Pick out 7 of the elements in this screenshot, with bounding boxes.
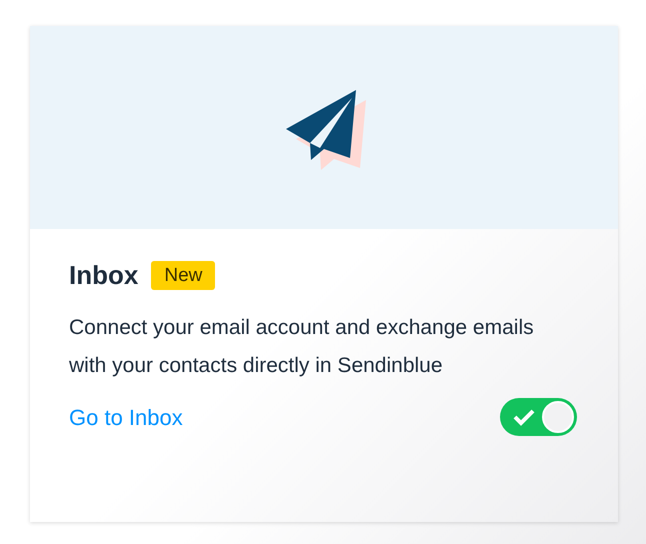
card-description: Connect your email account and exchange emails with your contacts directly in Sendinblue: [69, 315, 535, 379]
new-badge: New: [151, 261, 216, 290]
toggle-knob: [542, 401, 574, 433]
toggle-switch[interactable]: [500, 398, 577, 436]
go-to-inbox-link[interactable]: Go to Inbox: [69, 400, 183, 434]
check-icon: [513, 408, 535, 426]
card-title: Inbox: [69, 259, 138, 292]
